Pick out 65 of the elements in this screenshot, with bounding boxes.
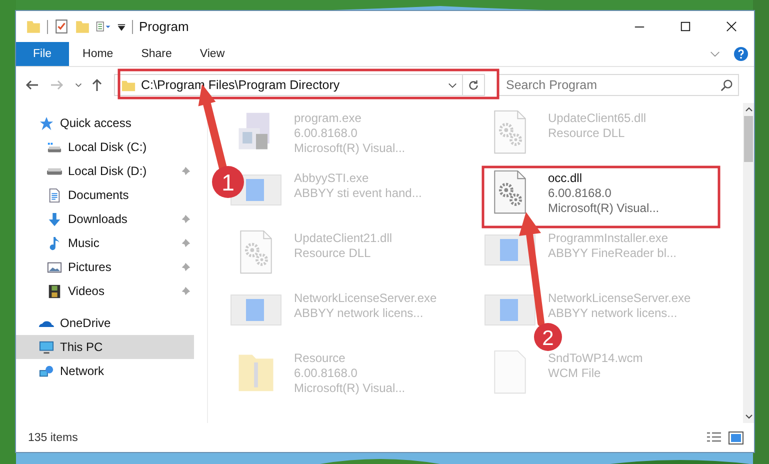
sidebar-item[interactable]: Local Disk (D:) [16,159,194,183]
file-detail: Microsoft(R) Visual... [294,381,406,396]
file-detail: WCM File [548,366,602,381]
address-bar[interactable]: C:\Program Files\Program Directory [114,74,485,96]
drive-icon [47,168,62,174]
sidebar-item[interactable]: OneDrive [16,311,194,335]
step-number-badge: 2 [534,323,562,351]
document-icon [47,188,62,202]
file-detail: Resource DLL [294,246,372,261]
minimize-icon [634,26,644,28]
search-icon [720,78,733,92]
file-detail: ABBYY network licens... [548,306,678,321]
file-detail: Microsoft(R) Visual... [294,141,406,156]
scroll-down-icon[interactable] [744,414,752,419]
folder-icon [75,19,90,34]
dropdown-caret-icon[interactable] [448,80,457,90]
file-detail: 6.00.8168.0 [548,186,612,201]
maximize-icon [680,21,690,32]
expand-ribbon-icon[interactable] [710,50,720,58]
ribbon-tab[interactable]: Home [68,42,128,66]
folder-icon [26,19,41,34]
network-icon [39,364,54,378]
details-view-icon[interactable] [706,430,722,444]
sidebar-item[interactable]: Local Disk (C:) [16,135,194,159]
scroll-up-icon[interactable] [744,107,752,112]
star-icon [39,116,54,130]
sidebar-item[interactable]: Documents [16,183,194,207]
sidebar-item[interactable]: Pictures [16,255,194,279]
large-icons-view-icon[interactable] [728,430,744,444]
cloud-icon [39,320,54,326]
download-icon [47,212,62,226]
properties-icon [54,19,69,34]
file-detail: Microsoft(R) Visual... [548,201,660,216]
close-icon [726,21,736,32]
scroll-thumb[interactable] [744,116,753,162]
ribbon-tab[interactable]: View [186,42,239,66]
pictures-icon [47,260,62,274]
help-icon[interactable] [734,47,748,61]
recent-caret-icon[interactable] [74,80,83,90]
sidebar-item[interactable]: Music [16,231,194,255]
sidebar-item[interactable]: Videos [16,279,194,303]
monitor-icon [39,340,54,354]
step-number-badge: 1 [212,166,244,198]
file-name[interactable]: occ.dll [548,171,660,186]
file-detail: 6.00.8168.0 [294,126,358,141]
music-note-icon [47,236,62,250]
address-path: C:\Program Files\Program Directory [141,78,341,92]
file-detail: ABBYY FineReader bl... [548,246,677,261]
ribbon-tab[interactable]: File [16,42,69,66]
ribbon-tab[interactable]: Share [127,42,186,66]
view-options-icon [96,19,111,34]
search-field[interactable]: Search Program [497,74,739,96]
refresh-icon[interactable] [467,78,480,92]
film-icon [47,284,62,298]
file-detail: Resource DLL [548,126,626,141]
window-title: Program [139,19,190,34]
sidebar-item[interactable]: Quick access [16,111,194,135]
file-detail: ABBYY sti event hand... [294,186,422,201]
sidebar-item[interactable]: This PC [16,335,194,359]
sidebar-item[interactable]: Network [16,359,194,383]
file-detail: ABBYY network licens... [294,306,424,321]
file-detail: 6.00.8168.0 [294,366,358,381]
sidebar-item[interactable]: Downloads [16,207,194,231]
item-count: 135 items [28,432,78,444]
scrollbar[interactable] [743,103,754,423]
